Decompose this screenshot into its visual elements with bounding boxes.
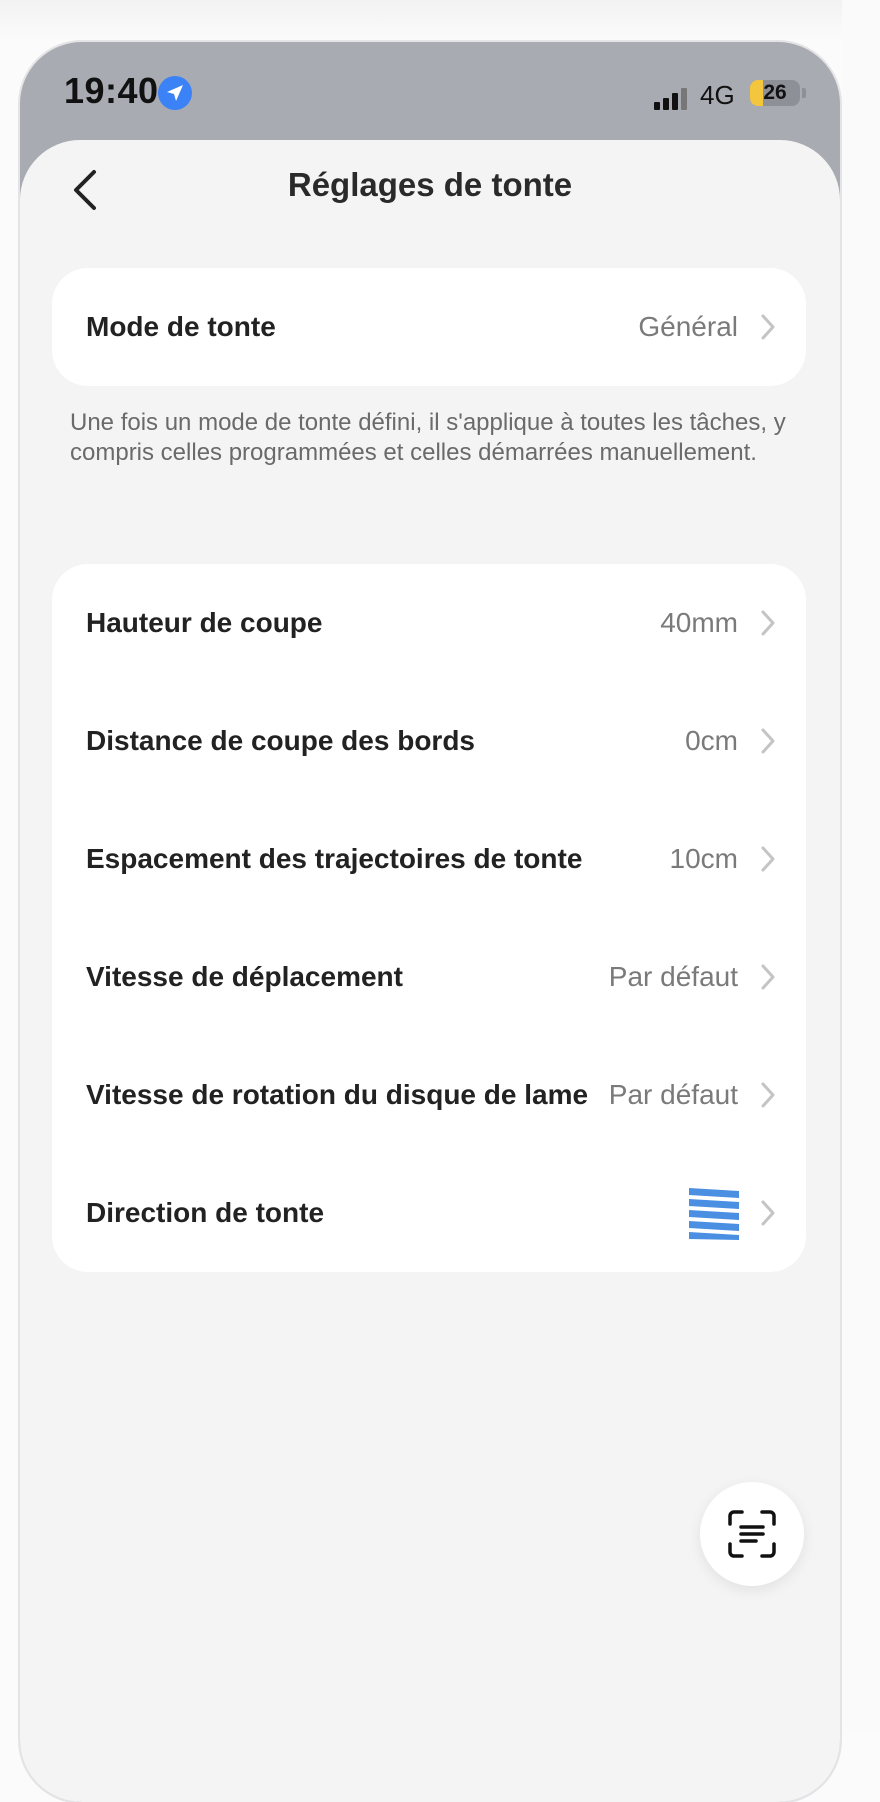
battery-icon: 26 bbox=[750, 80, 800, 106]
phone-frame: 19:40 4G 26 Réglages de tonte Mode de to… bbox=[20, 42, 840, 1802]
status-time: 19:40 bbox=[64, 70, 159, 111]
setting-value: 10cm bbox=[669, 843, 738, 874]
settings-row-travel-speed[interactable]: Vitesse de déplacement Par défaut bbox=[52, 918, 806, 1036]
setting-label: Hauteur de coupe bbox=[86, 607, 323, 638]
chevron-right-icon bbox=[761, 314, 775, 340]
setting-value: 0cm bbox=[685, 725, 738, 756]
settings-row-cut-height[interactable]: Hauteur de coupe 40mm bbox=[52, 564, 806, 682]
setting-value: Par défaut bbox=[608, 1079, 738, 1110]
setting-label: Distance de coupe des bords bbox=[86, 725, 475, 756]
settings-row-path-spacing[interactable]: Espacement des trajectoires de tonte 10c… bbox=[52, 800, 806, 918]
chevron-right-icon bbox=[761, 846, 775, 872]
setting-value: 40mm bbox=[660, 607, 738, 638]
page-title: Réglages de tonte bbox=[287, 166, 573, 203]
setting-label: Vitesse de déplacement bbox=[86, 961, 403, 992]
mode-description: Une fois un mode de tonte défini, il s'a… bbox=[70, 409, 786, 466]
chevron-right-icon bbox=[761, 610, 775, 636]
mode-row[interactable]: Mode de tonte Général bbox=[52, 268, 806, 386]
chevron-right-icon bbox=[761, 1200, 775, 1226]
location-arrow-icon bbox=[158, 76, 192, 110]
cellular-signal-icon bbox=[654, 88, 690, 110]
battery-cap bbox=[802, 88, 806, 98]
mode-value: Général bbox=[638, 311, 738, 342]
background-edge bbox=[842, 0, 880, 1730]
settings-card: Hauteur de coupe 40mm Distance de coupe … bbox=[52, 564, 806, 1272]
chevron-right-icon bbox=[761, 1082, 775, 1108]
mode-card: Mode de tonte Général bbox=[52, 268, 806, 386]
settings-row-mowing-direction[interactable]: Direction de tonte bbox=[52, 1154, 806, 1272]
status-bar: 19:40 4G 26 bbox=[20, 42, 840, 142]
chevron-right-icon bbox=[761, 728, 775, 754]
settings-row-blade-speed[interactable]: Vitesse de rotation du disque de lame Pa… bbox=[52, 1036, 806, 1154]
mode-label: Mode de tonte bbox=[86, 311, 276, 342]
chevron-right-icon bbox=[761, 964, 775, 990]
setting-label: Vitesse de rotation du disque de lame bbox=[86, 1079, 589, 1110]
settings-row-edge-distance[interactable]: Distance de coupe des bords 0cm bbox=[52, 682, 806, 800]
setting-label: Espacement des trajectoires de tonte bbox=[86, 843, 583, 874]
scan-text-button[interactable] bbox=[700, 1482, 804, 1586]
battery-level: 26 bbox=[763, 81, 787, 104]
scan-text-icon bbox=[728, 1510, 776, 1558]
setting-value: Par défaut bbox=[608, 961, 738, 992]
setting-label: Direction de tonte bbox=[86, 1197, 325, 1228]
network-type: 4G bbox=[700, 80, 735, 110]
stripes-direction-icon bbox=[689, 1188, 739, 1240]
